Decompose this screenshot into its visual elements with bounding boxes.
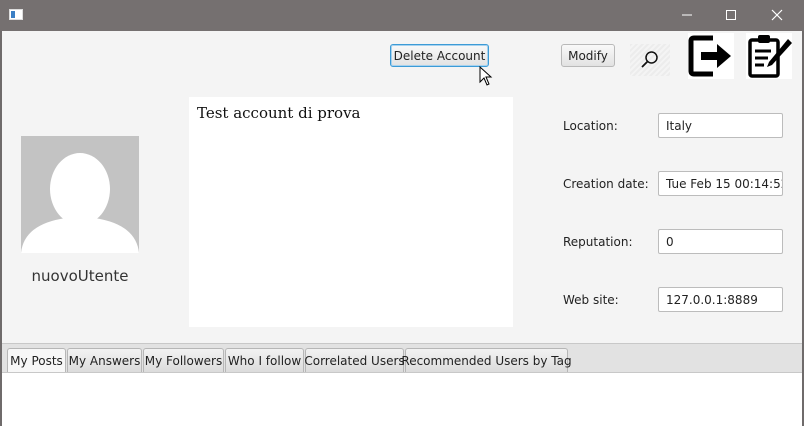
avatar: [21, 136, 139, 253]
search-icon: [641, 51, 658, 68]
maximize-button[interactable]: [709, 0, 755, 31]
reputation-label: Reputation:: [563, 235, 633, 249]
website-field[interactable]: 127.0.0.1:8889: [658, 287, 783, 312]
tab-my-answers[interactable]: My Answers: [67, 348, 142, 372]
tab-correlated-users[interactable]: Correlated Users: [304, 348, 405, 372]
creation-date-field[interactable]: Tue Feb 15 00:14:52 CET 2022: [658, 171, 783, 196]
creation-date-label: Creation date:: [563, 177, 649, 191]
location-label: Location:: [563, 119, 618, 133]
tab-content-panel: [2, 372, 802, 426]
tab-recommended-users-by-tag[interactable]: Recommended Users by Tag: [401, 348, 572, 372]
minimize-button[interactable]: [665, 0, 711, 31]
edit-profile-icon: [748, 35, 792, 78]
close-button[interactable]: [755, 0, 801, 31]
close-icon: [771, 9, 783, 21]
minimize-icon: [682, 14, 692, 16]
window-titlebar[interactable]: [0, 0, 804, 31]
tab-who-i-follow[interactable]: Who I follow: [225, 348, 304, 372]
website-label: Web site:: [563, 293, 619, 307]
edit-profile-button[interactable]: [746, 33, 792, 79]
tab-my-followers[interactable]: My Followers: [143, 348, 224, 372]
reputation-field[interactable]: 0: [658, 229, 783, 254]
bio-text: Test account di prova: [197, 104, 361, 122]
modify-button[interactable]: Modify: [561, 44, 615, 67]
app-icon: [9, 9, 23, 20]
maximize-icon: [726, 10, 736, 20]
username-label: nuovoUtente: [31, 267, 129, 285]
bio-text-area[interactable]: Test account di prova: [189, 97, 513, 327]
logout-button[interactable]: [688, 33, 734, 79]
avatar-placeholder-icon: [21, 153, 139, 253]
tab-my-posts[interactable]: My Posts: [7, 348, 66, 372]
location-field[interactable]: Italy: [658, 113, 783, 138]
search-button[interactable]: [630, 44, 670, 76]
delete-account-button[interactable]: Delete Account: [390, 44, 489, 67]
logout-icon: [688, 35, 731, 77]
mouse-cursor-icon: [479, 66, 493, 86]
